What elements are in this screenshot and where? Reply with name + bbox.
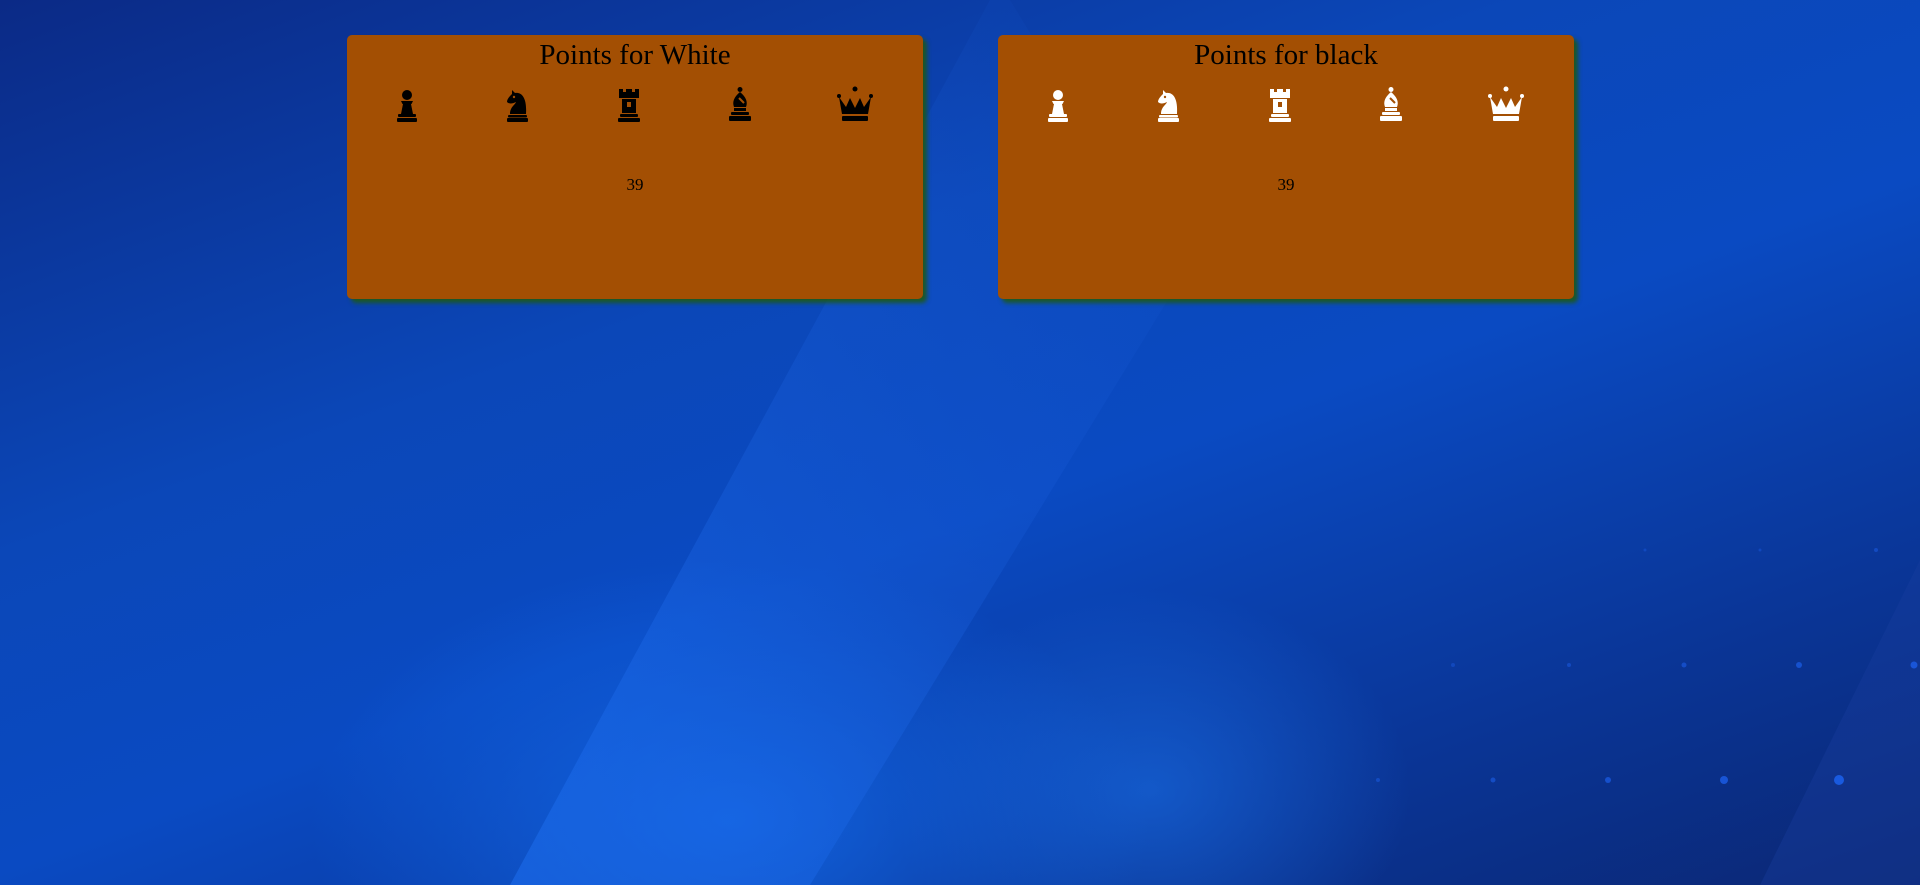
black-captured-pieces: [998, 85, 1574, 125]
rook-icon: [1260, 85, 1300, 125]
black-score: 39: [1277, 175, 1295, 194]
rook-icon: [609, 85, 649, 125]
white-score: 39: [626, 175, 644, 194]
knight-icon: [497, 85, 537, 125]
white-captured-pieces: [347, 85, 923, 125]
page-background: [0, 0, 1920, 885]
black-points-panel: Points for black 39: [998, 35, 1574, 299]
white-panel-title: Points for White: [539, 39, 731, 71]
bishop-icon: [1371, 85, 1411, 125]
queen-icon: [1486, 85, 1526, 125]
knight-icon: [1148, 85, 1188, 125]
white-points-panel: Points for White 39: [347, 35, 923, 299]
queen-icon: [835, 85, 875, 125]
pawn-icon: [1038, 85, 1078, 125]
black-panel-title: Points for black: [1194, 39, 1378, 71]
bishop-icon: [720, 85, 760, 125]
pawn-icon: [387, 85, 427, 125]
